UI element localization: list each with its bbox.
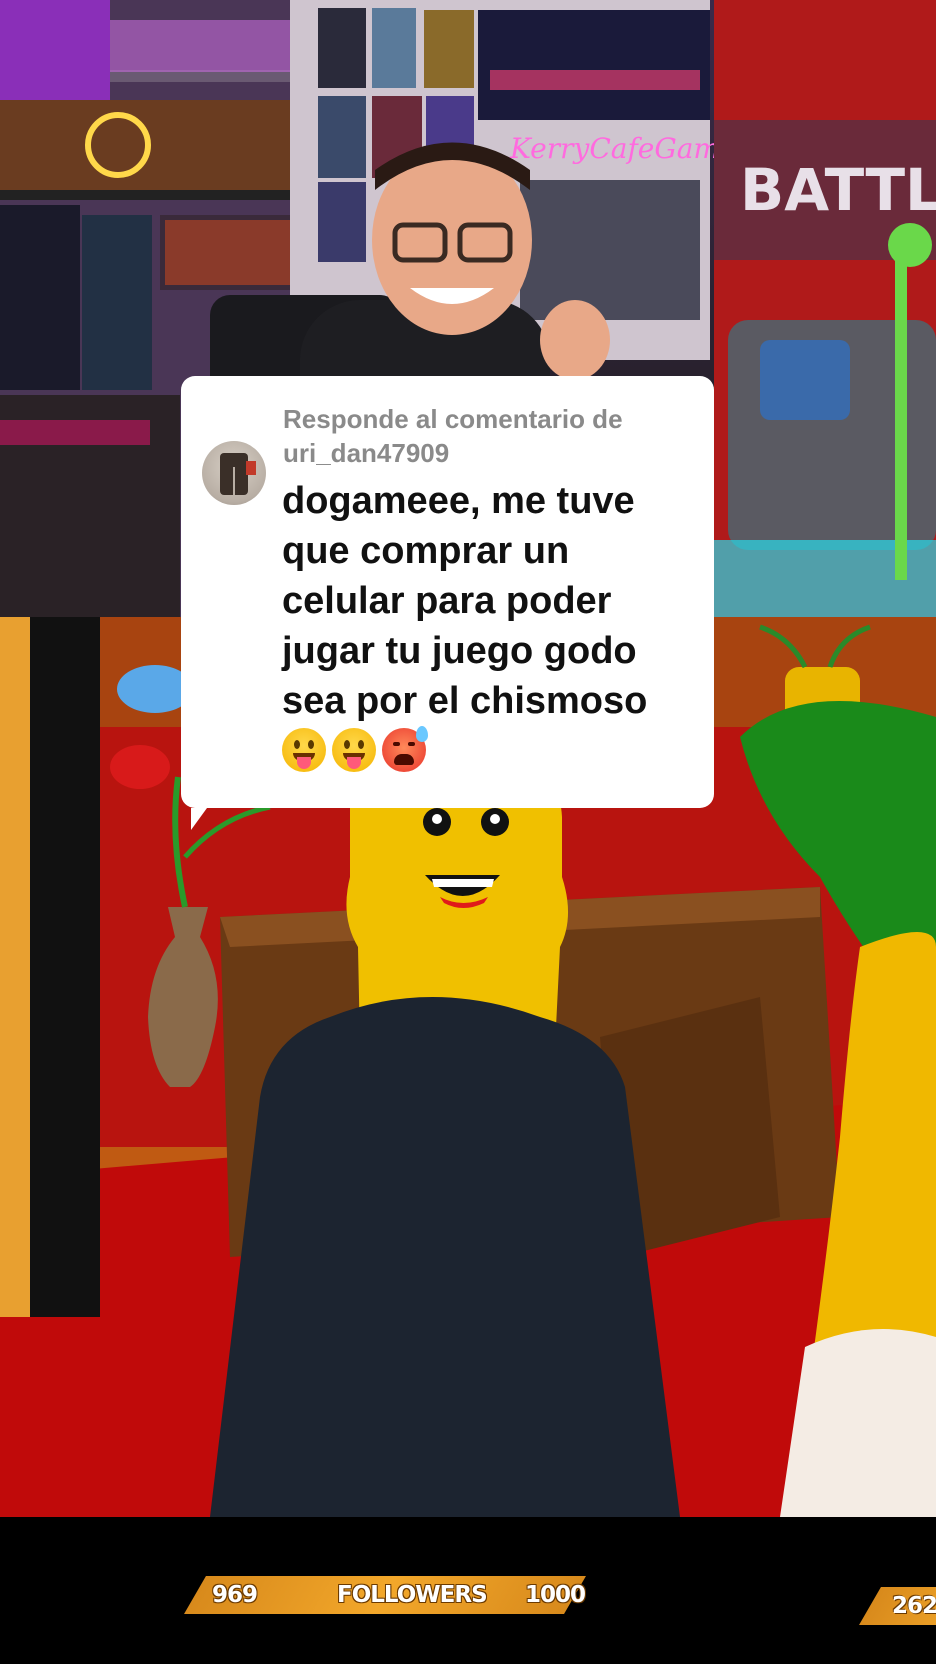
emoji-row <box>282 726 428 778</box>
avatar-tag-image <box>246 461 256 475</box>
reply-label: Responde al comentario de uri_dan47909 <box>283 404 623 468</box>
comment-text: dogameee, me tuve que comprar un celular… <box>282 480 648 722</box>
comment-reply-card[interactable]: Responde al comentario de uri_dan47909 d… <box>181 376 714 808</box>
follower-target: 1000 <box>525 1582 586 1608</box>
tongue-face-icon <box>332 728 376 772</box>
follower-label: FOLLOWERS <box>337 1582 488 1608</box>
follower-current: 969 <box>212 1582 258 1608</box>
follower-goal-bar: 969 FOLLOWERS 1000 2628 <box>0 1517 936 1664</box>
avatar-pants-image <box>220 453 248 495</box>
video-frame: KerryCafeGaming BATTLE <box>0 0 936 1664</box>
poster-text: BATTLE <box>740 156 936 224</box>
commenter-avatar[interactable] <box>202 441 266 505</box>
right-counter: 2628 <box>892 1593 936 1619</box>
hot-face-icon <box>382 726 428 772</box>
tongue-face-icon <box>282 728 326 772</box>
